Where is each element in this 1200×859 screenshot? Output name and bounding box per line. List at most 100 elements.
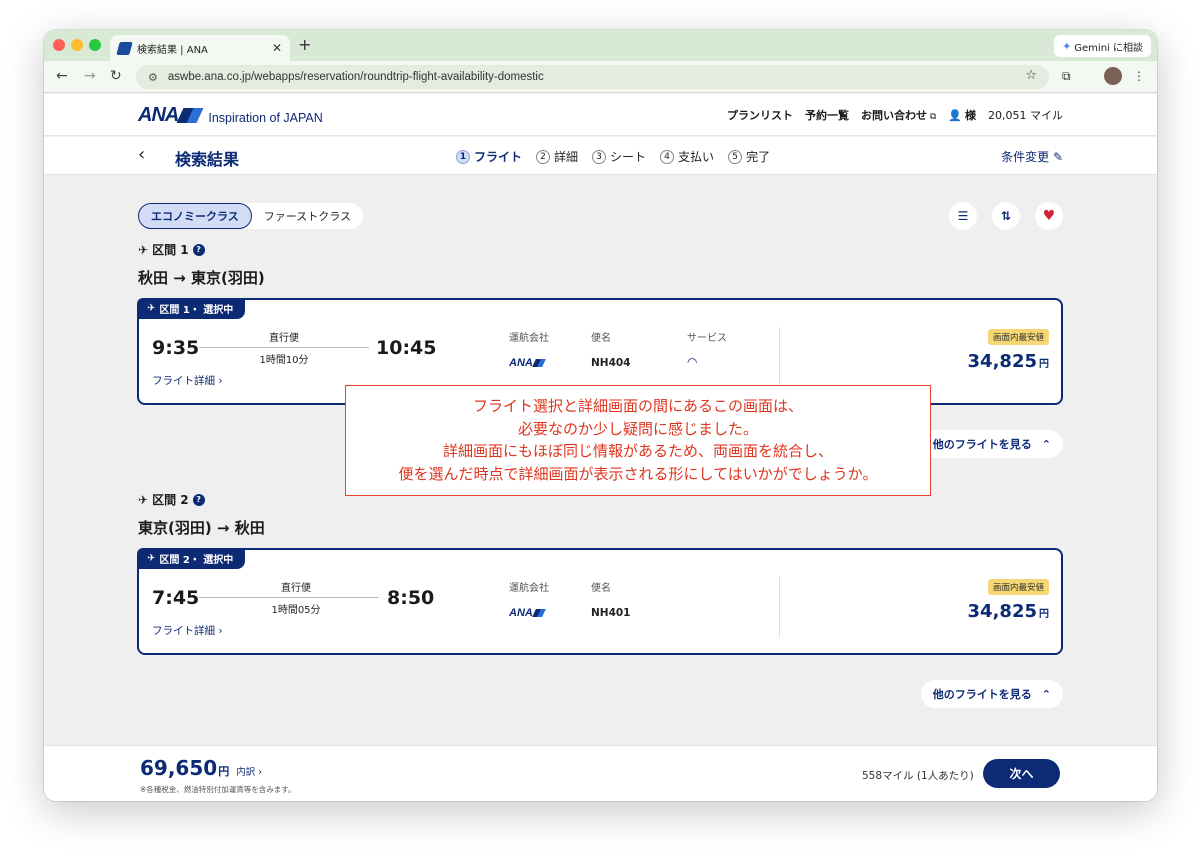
ana-airline-logo: ANA [509,607,546,619]
pencil-icon: ✎ [1052,150,1063,164]
segment-label-text: 区間 1 [152,243,189,257]
close-window-button[interactable] [53,39,65,51]
price-amount: 34,825 [967,351,1037,372]
plane-icon: ✈ [138,242,149,257]
selected-badge: ✈ 区間 2・ 選択中 [137,548,246,569]
wifi-icon: ◠ [687,355,698,369]
forward-arrow-icon[interactable]: → [84,68,96,84]
airline-header: 運航会社 [509,583,549,594]
extension-icon[interactable]: ⧉ [1062,69,1071,84]
chevron-right-icon: › [218,375,223,387]
flight-detail-link[interactable]: フライト詳細 › [152,623,223,638]
direct-flight-label: 直行便 [281,583,311,594]
breakdown-label: 内訳 [236,767,256,778]
fare-price: 34,825 円 [968,601,1049,622]
segment-2-label: ✈ 区間 2 ? [138,491,205,508]
reservation-list-link[interactable]: 予約一覧 [805,107,849,123]
contact-link[interactable]: お問い合わせ ⧉ [861,107,936,123]
divider [779,327,780,387]
favorite-heart-icon[interactable]: ♥ [1035,202,1063,230]
footer-bar: 69,650 円 内訳 › ※各種税金、燃油特別付加運賃等を含みます。 558マ… [44,745,1157,801]
step-number: 2 [536,149,551,164]
annotation-line: 必要なのか少し疑問に感じました。 [517,419,758,438]
step-number: 3 [592,149,607,164]
step-details: 2 詳細 [536,148,578,165]
segment-2-route: 東京(羽田) → 秋田 [138,519,265,537]
next-button[interactable]: 次へ [983,759,1060,788]
profile-avatar[interactable] [1104,67,1122,85]
back-chevron-icon[interactable]: ‹ [138,144,145,165]
yen-unit: 円 [218,765,230,778]
back-arrow-icon[interactable]: ← [56,68,68,84]
change-conditions-button[interactable]: 条件変更 ✎ [1001,148,1063,165]
expand-chevron-icon: ⌃ [1041,437,1051,451]
departure-time: 9:35 [152,337,200,359]
flight-number-header: 便名 [591,583,611,594]
more-flights-label: 他のフライトを見る [932,438,1032,451]
economy-class-button[interactable]: エコノミークラス [138,203,252,229]
flight-detail-label: フライト詳細 [152,625,215,637]
help-icon[interactable]: ? [192,243,205,256]
filter-sliders-icon[interactable]: ☰ [949,202,977,230]
badge-text: 区間 2・ 選択中 [159,555,234,566]
direct-flight-label: 直行便 [269,333,299,344]
total-amount: 69,650 [140,756,218,780]
more-flights-button-2[interactable]: 他のフライトを見る ⌃ [920,680,1063,708]
yen-unit: 円 [1039,609,1049,620]
cabin-class-toggle: エコノミークラス ファーストクラス [138,203,364,229]
site-settings-icon[interactable]: ⚙ [148,71,158,84]
gemini-label: Gemini に相談 [1074,42,1143,54]
step-flight: 1 フライト [456,148,522,165]
badge-text: 区間 1・ 選択中 [159,305,234,316]
logo-tagline: Inspiration of JAPAN [208,110,323,125]
flight-number: NH401 [591,607,631,619]
step-number: 4 [660,149,675,164]
menu-kebab-icon[interactable]: ⋮ [1133,69,1145,83]
logo-text: ANA [138,104,179,126]
more-flights-button-1[interactable]: 他のフライトを見る ⌃ [920,430,1063,458]
service-header: サービス [687,333,727,344]
flight-detail-label: フライト詳細 [152,375,215,387]
new-tab-button[interactable]: + [298,35,311,54]
sort-arrows-icon[interactable]: ⇅ [992,202,1020,230]
departure-time: 7:45 [152,587,200,609]
gemini-sparkle-icon: ✦ [1062,39,1072,53]
tab-title: 検索結果 | ANA [137,44,208,56]
lowest-price-badge: 画面内最安値 [987,579,1049,595]
first-class-button[interactable]: ファーストクラス [252,203,363,229]
flight-card-2[interactable]: ✈ 区間 2・ 選択中 7:45 直行便 1時間05分 8:50 フライト詳細 ›… [137,548,1063,655]
step-seat: 3 シート [592,148,646,165]
plan-list-link[interactable]: プランリスト [727,107,793,123]
browser-window: 検索結果 | ANA ✕ + ✦ Gemini に相談 ← → ↻ ⚙ aswb… [44,30,1157,801]
tab-close-icon[interactable]: ✕ [272,41,282,55]
bookmark-star-icon[interactable]: ☆ [1025,68,1037,83]
minimize-window-button[interactable] [71,39,83,51]
change-conditions-label: 条件変更 [1001,150,1050,164]
url-field[interactable]: ⚙ aswbe.ana.co.jp/webapps/reservation/ro… [136,65,1049,89]
breakdown-link[interactable]: 内訳 › [236,764,262,778]
help-icon[interactable]: ? [192,493,205,506]
plane-icon: ✈ [147,303,156,314]
user-menu[interactable]: 👤 様 [948,107,976,123]
gemini-button[interactable]: ✦ Gemini に相談 [1054,35,1151,57]
maximize-window-button[interactable] [89,39,101,51]
header-links: プランリスト 予約一覧 お問い合わせ ⧉ 👤 様 20,051 マイル [727,107,1063,123]
step-label: 詳細 [554,150,579,164]
expand-chevron-icon: ⌃ [1041,687,1051,701]
flight-duration: 1時間05分 [271,605,321,616]
chevron-right-icon: › [218,625,223,637]
browser-tab[interactable]: 検索結果 | ANA ✕ [110,35,290,61]
arrival-time: 8:50 [387,587,435,609]
tab-bar: 検索結果 | ANA ✕ + ✦ Gemini に相談 [44,30,1157,61]
step-payment: 4 支払い [660,148,714,165]
reload-icon[interactable]: ↻ [110,68,122,84]
fare-price: 34,825 円 [968,351,1049,372]
segment-1-label: ✈ 区間 1 ? [138,241,205,258]
arrival-time: 10:45 [376,337,437,359]
plane-icon: ✈ [147,553,156,564]
ana-logo[interactable]: ANA Inspiration of JAPAN [138,104,323,127]
selected-badge: ✈ 区間 1・ 選択中 [137,298,246,319]
flight-number-header: 便名 [591,333,611,344]
lowest-price-badge: 画面内最安値 [987,329,1049,345]
flight-detail-link[interactable]: フライト詳細 › [152,373,223,388]
